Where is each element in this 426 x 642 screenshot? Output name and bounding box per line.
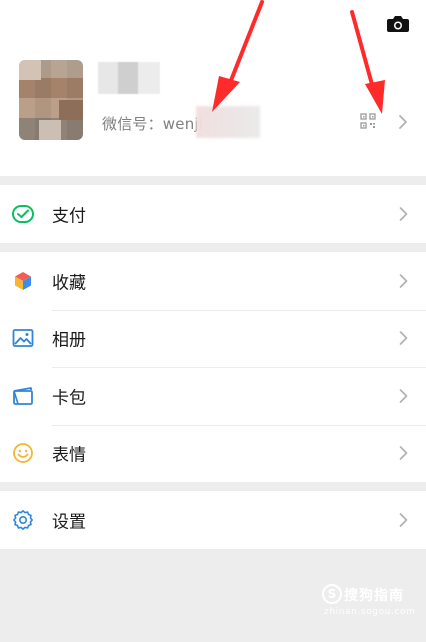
profile-header[interactable]: 微信号：wenji (0, 0, 426, 176)
menu-item-label: 卡包 (52, 388, 86, 409)
wechat-id-blurred (196, 106, 260, 138)
watermark-logo: S (322, 584, 342, 604)
chevron-right-icon[interactable] (398, 114, 408, 130)
chevron-right-icon (399, 388, 408, 403)
menu-item-stickers[interactable]: 表情 (0, 424, 426, 483)
watermark: S 搜狗指南 zhinan.sogou.com (322, 584, 415, 620)
watermark-text: 搜狗指南 (344, 588, 404, 604)
menu-item-settings[interactable]: 设置 (0, 491, 426, 549)
chevron-right-icon (399, 331, 408, 346)
menu-item-card-wallet[interactable]: 卡包 (0, 367, 426, 425)
menu-item-label: 相册 (52, 330, 86, 351)
qr-code-icon[interactable] (360, 113, 376, 129)
menu-item-album[interactable]: 相册 (0, 309, 426, 368)
chevron-right-icon (399, 512, 408, 527)
sticker-smile-icon (13, 443, 33, 464)
main-menu-section: 收藏 相册 卡包 表情 (0, 252, 426, 482)
wechat-id: 微信号：wenji (102, 115, 204, 133)
settings-section: 设置 (0, 491, 426, 549)
chevron-right-icon (399, 273, 408, 288)
menu-item-label: 收藏 (52, 273, 86, 294)
card-wallet-icon (13, 386, 33, 405)
menu-item-label: 设置 (52, 512, 86, 533)
camera-icon[interactable] (386, 14, 410, 34)
settings-gear-icon (13, 509, 33, 530)
pay-section: 支付 (0, 185, 426, 243)
wechat-pay-icon (12, 204, 34, 223)
menu-item-favorites[interactable]: 收藏 (0, 252, 426, 310)
menu-item-label: 表情 (52, 445, 86, 466)
favorites-cube-icon (15, 271, 31, 290)
album-image-icon (12, 329, 34, 348)
menu-item-label: 支付 (52, 206, 86, 227)
nickname-blurred (98, 62, 160, 94)
chevron-right-icon (399, 446, 408, 461)
menu-item-pay[interactable]: 支付 (0, 185, 426, 243)
avatar[interactable] (19, 60, 83, 140)
watermark-url: zhinan.sogou.com (324, 607, 416, 617)
chevron-right-icon (399, 206, 408, 221)
